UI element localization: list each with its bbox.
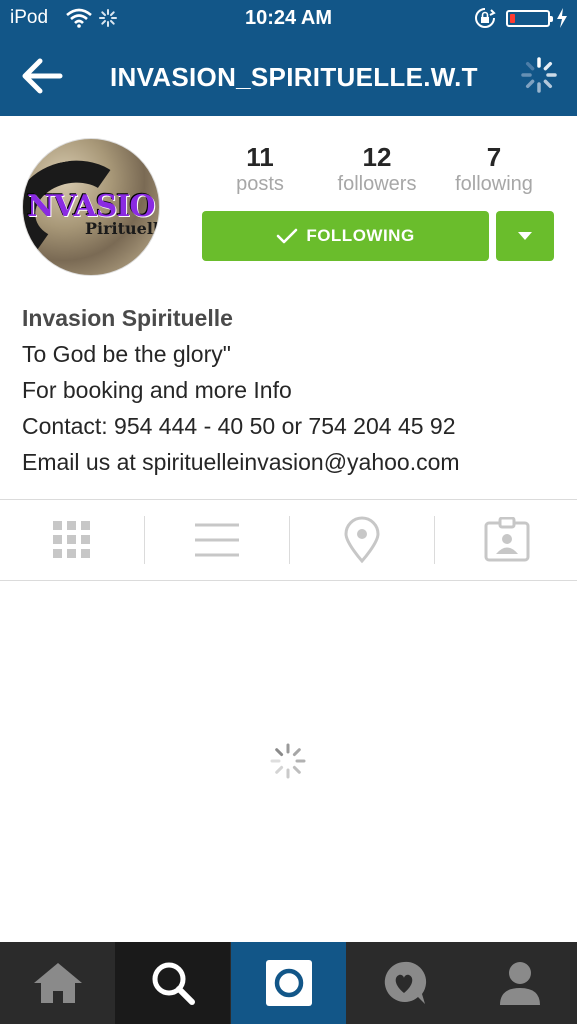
bio-line: Email us at spirituelleinvasion@yahoo.co… — [22, 449, 460, 475]
stat-following[interactable]: 7 following — [434, 142, 554, 196]
stat-posts[interactable]: 11 posts — [200, 142, 320, 196]
tab-location[interactable] — [290, 500, 434, 580]
caret-down-icon — [518, 232, 532, 240]
tagged-icon — [484, 517, 530, 562]
tab-activity[interactable] — [346, 942, 461, 1024]
avatar-logo-subtext: Pirituelle — [85, 219, 159, 238]
suggestions-dropdown-button[interactable] — [496, 211, 554, 261]
battery-icon — [506, 10, 553, 27]
charging-bolt-icon — [556, 8, 568, 33]
grid-icon — [53, 521, 90, 558]
content-loading-spinner-icon — [269, 742, 307, 785]
tab-grid[interactable] — [0, 500, 144, 580]
tab-search[interactable] — [115, 942, 230, 1024]
following-button[interactable]: FOLLOWING — [202, 211, 489, 261]
bio-line: For booking and more Info — [22, 377, 292, 403]
search-icon — [152, 962, 195, 1005]
bio-line: Contact: 954 444 - 40 50 or 754 204 45 9… — [22, 413, 456, 439]
stat-followers-label: followers — [337, 173, 417, 195]
tab-tagged[interactable] — [435, 500, 577, 580]
loading-spinner-icon — [520, 56, 558, 99]
profile-icon — [499, 962, 540, 1005]
rotation-lock-icon — [474, 7, 496, 34]
profile-avatar[interactable]: NVASIO Pirituelle — [22, 138, 160, 276]
stat-followers-value: 12 — [362, 142, 392, 172]
list-icon — [195, 523, 239, 557]
stat-following-label: following — [455, 173, 533, 195]
location-pin-icon — [344, 516, 380, 564]
following-button-label: FOLLOWING — [306, 226, 415, 245]
top-bar: iPod 10:24 AM INVASION_SPIRITUELLE.W.T — [0, 0, 577, 116]
bio-name: Invasion Spirituelle — [22, 305, 233, 331]
stat-posts-value: 11 — [246, 142, 274, 172]
stat-followers[interactable]: 12 followers — [317, 142, 437, 196]
tab-profile[interactable] — [462, 942, 577, 1024]
profile-view-tabs — [0, 499, 577, 581]
profile-username-title: INVASION_SPIRITUELLE.W.T — [110, 62, 478, 92]
tab-camera[interactable] — [231, 942, 346, 1024]
camera-icon — [265, 960, 312, 1006]
home-icon — [33, 963, 82, 1003]
stat-following-value: 7 — [486, 142, 502, 172]
status-bar: iPod 10:24 AM — [0, 0, 577, 38]
bottom-tab-bar — [0, 942, 577, 1024]
profile-bio: Invasion Spirituelle To God be the glory… — [22, 300, 562, 480]
tab-home[interactable] — [0, 942, 115, 1024]
battery-fill — [510, 14, 515, 23]
back-arrow-icon[interactable] — [20, 56, 64, 96]
tab-list[interactable] — [145, 500, 289, 580]
checkmark-icon — [277, 228, 298, 244]
nav-header: INVASION_SPIRITUELLE.W.T — [0, 38, 577, 116]
stat-posts-label: posts — [236, 173, 284, 195]
bio-line: To God be the glory" — [22, 341, 231, 367]
activity-icon — [384, 961, 426, 1004]
